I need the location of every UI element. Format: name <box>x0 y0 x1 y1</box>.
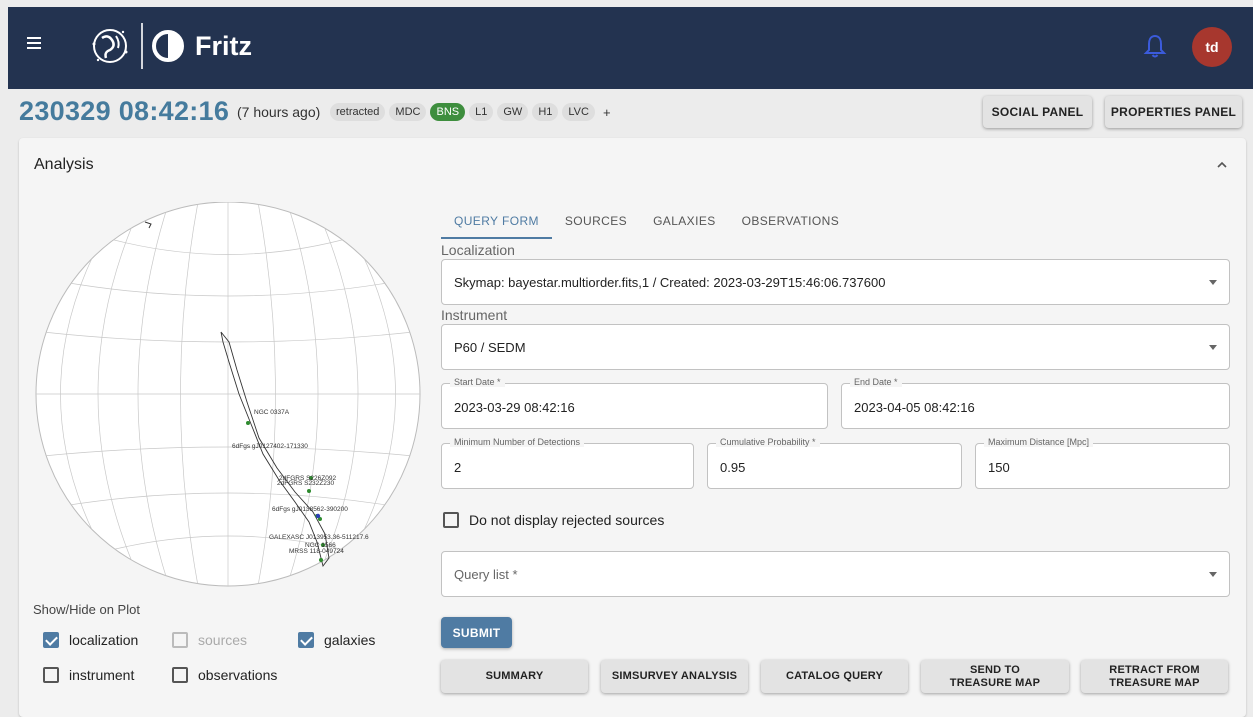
event-tags: retracted MDC BNS L1 GW H1 LVC + <box>330 103 611 121</box>
summary-button[interactable]: SUMMARY <box>441 660 588 693</box>
brand-name[interactable]: Fritz <box>195 31 252 62</box>
end-date-value: 2023-04-05 08:42:16 <box>854 400 975 415</box>
app-bar: Fritz td <box>8 7 1253 89</box>
checkbox-unchecked-icon[interactable] <box>172 632 188 648</box>
sources-checkbox[interactable]: sources <box>172 632 247 648</box>
start-date-value: 2023-03-29 08:42:16 <box>454 400 575 415</box>
logo-globe-icon <box>92 29 128 63</box>
max-distance-label: Maximum Distance [Mpc] <box>984 437 1094 447</box>
checkbox-unchecked-icon[interactable] <box>443 512 459 528</box>
tab-observations[interactable]: OBSERVATIONS <box>729 207 853 239</box>
tag-l1[interactable]: L1 <box>469 103 494 121</box>
user-avatar[interactable]: td <box>1192 27 1232 67</box>
reject-sources-checkbox[interactable]: Do not display rejected sources <box>443 512 664 528</box>
checkbox-label: instrument <box>69 667 135 683</box>
checkbox-checked-icon[interactable] <box>298 632 314 648</box>
checkbox-label: galaxies <box>324 632 376 648</box>
localization-value: Skymap: bayestar.multiorder.fits,1 / Cre… <box>454 274 886 290</box>
max-distance-field[interactable]: Maximum Distance [Mpc] 150 <box>975 437 1230 489</box>
add-tag-button[interactable]: + <box>603 105 611 120</box>
retract-from-treasure-map-button[interactable]: RETRACT FROM TREASURE MAP <box>1081 660 1228 693</box>
tag-bns[interactable]: BNS <box>430 103 466 121</box>
catalog-query-button[interactable]: CATALOG QUERY <box>761 660 908 693</box>
event-age: (7 hours ago) <box>237 104 321 120</box>
instrument-select[interactable]: P60 / SEDM <box>441 324 1230 370</box>
tag-mdc[interactable]: MDC <box>389 103 427 121</box>
menu-icon[interactable] <box>27 37 41 49</box>
query-list-select[interactable]: Query list * <box>441 551 1230 597</box>
plot-label: MRSS 118-049724 <box>289 548 344 555</box>
end-date-label: End Date * <box>850 377 902 387</box>
show-hide-label: Show/Hide on Plot <box>33 602 140 617</box>
start-date-label: Start Date * <box>450 377 505 387</box>
instrument-value: P60 / SEDM <box>454 339 526 355</box>
checkbox-checked-icon[interactable] <box>43 632 59 648</box>
checkbox-label: Do not display rejected sources <box>469 512 665 528</box>
localization-select[interactable]: Skymap: bayestar.multiorder.fits,1 / Cre… <box>441 259 1230 305</box>
checkbox-label: sources <box>198 632 248 648</box>
max-distance-value: 150 <box>988 460 1010 475</box>
observations-checkbox[interactable]: observations <box>172 667 277 683</box>
fritz-logo-icon <box>152 30 184 62</box>
dropdown-arrow-icon <box>1209 280 1217 285</box>
event-title: 230329 08:42:16 <box>19 96 230 126</box>
checkbox-label: localization <box>69 632 139 648</box>
localization-label: Localization <box>441 242 515 258</box>
cumulative-probability-field[interactable]: Cumulative Probability * 0.95 <box>707 437 962 489</box>
plot-label: GALEXASC J013953.36-511217.6 <box>269 534 369 541</box>
plot-label: 6dFgs gJ0127402-171330 <box>232 443 308 450</box>
checkbox-unchecked-icon[interactable] <box>43 667 59 683</box>
end-date-field[interactable]: End Date * 2023-04-05 08:42:16 <box>841 377 1230 429</box>
plot-label: NGC 0337A <box>254 409 290 416</box>
min-detections-value: 2 <box>454 460 462 475</box>
cumulative-probability-value: 0.95 <box>720 460 746 475</box>
logo-separator <box>141 23 143 69</box>
dropdown-arrow-icon <box>1209 572 1217 577</box>
cumulative-probability-label: Cumulative Probability * <box>716 437 820 447</box>
submit-button[interactable]: SUBMIT <box>441 617 512 648</box>
skymap-globe-plot[interactable]: NGC 0337A 6dFgs gJ0127402-171330 2dFGRS … <box>33 202 423 592</box>
tag-retracted[interactable]: retracted <box>330 103 386 121</box>
collapse-chevron-icon[interactable] <box>1216 160 1228 168</box>
simsurvey-analysis-button[interactable]: SIMSURVEY ANALYSIS <box>601 660 748 693</box>
plot-label: 2dFGRS S232Z230 <box>277 480 334 487</box>
query-list-placeholder: Query list * <box>454 566 518 582</box>
analysis-tabs: QUERY FORM SOURCES GALAXIES OBSERVATIONS <box>441 207 852 239</box>
start-date-field[interactable]: Start Date * 2023-03-29 08:42:16 <box>441 377 828 429</box>
properties-panel-button[interactable]: PROPERTIES PANEL <box>1105 96 1242 128</box>
galaxies-checkbox[interactable]: galaxies <box>298 632 375 648</box>
notification-bell-icon[interactable] <box>1143 33 1167 59</box>
analysis-title: Analysis <box>34 156 94 173</box>
tab-query-form[interactable]: QUERY FORM <box>441 207 552 239</box>
instrument-label: Instrument <box>441 307 508 323</box>
instrument-checkbox[interactable]: instrument <box>43 667 134 683</box>
tag-gw[interactable]: GW <box>497 103 529 121</box>
tab-sources[interactable]: SOURCES <box>552 207 640 239</box>
localization-checkbox[interactable]: localization <box>43 632 138 648</box>
tab-galaxies[interactable]: GALAXIES <box>640 207 729 239</box>
checkbox-label: observations <box>198 667 278 683</box>
tag-h1[interactable]: H1 <box>532 103 559 121</box>
dropdown-arrow-icon <box>1209 345 1217 350</box>
send-to-treasure-map-button[interactable]: SEND TO TREASURE MAP <box>921 660 1069 693</box>
tag-lvc[interactable]: LVC <box>562 103 595 121</box>
plot-label: 6dFgs gJ0138562-390200 <box>272 506 348 513</box>
min-detections-label: Minimum Number of Detections <box>450 437 585 447</box>
checkbox-unchecked-icon[interactable] <box>172 667 188 683</box>
min-detections-field[interactable]: Minimum Number of Detections 2 <box>441 437 694 489</box>
social-panel-button[interactable]: SOCIAL PANEL <box>983 96 1092 128</box>
